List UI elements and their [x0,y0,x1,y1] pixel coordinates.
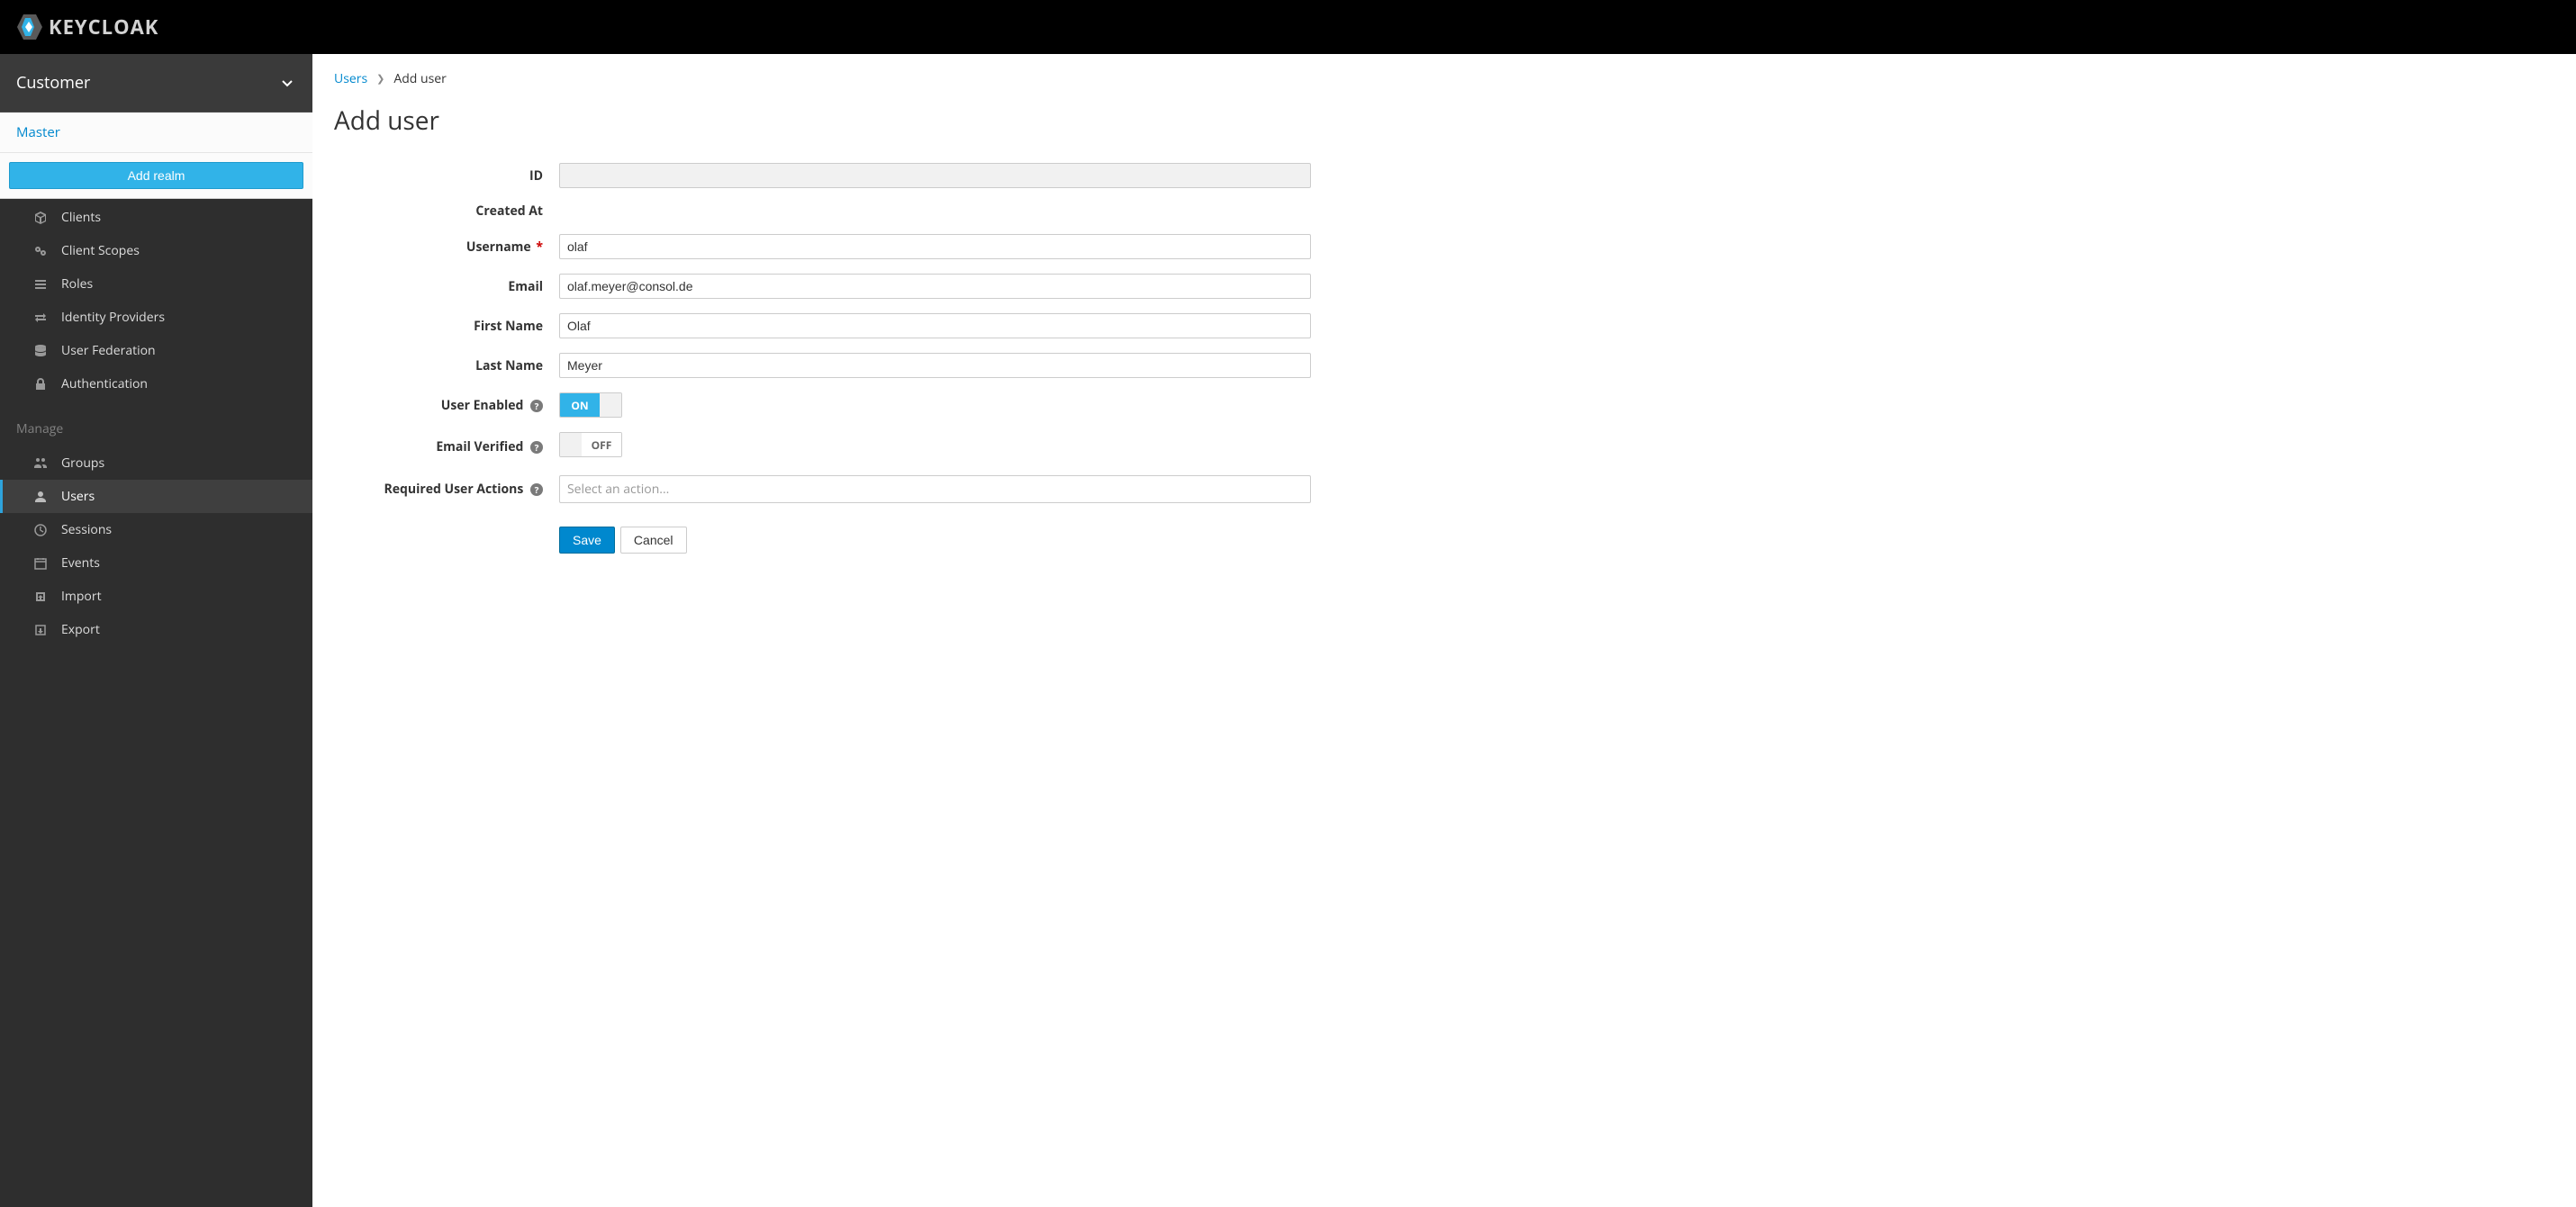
email-label: Email [334,278,559,295]
export-icon [32,622,49,638]
sidebar-item-label: Client Scopes [61,242,140,259]
sidebar-item-label: Roles [61,275,93,293]
user-enabled-label: User Enabled ? [334,397,559,414]
sidebar-item-identity-providers[interactable]: Identity Providers [0,301,312,334]
toggle-off-label: OFF [582,433,621,456]
sidebar-item-label: User Federation [61,342,156,359]
keycloak-logo-icon [16,13,43,41]
nav-section-manage: Manage [0,401,312,445]
user-icon [32,489,49,505]
sidebar-item-user-federation[interactable]: User Federation [0,334,312,367]
help-icon[interactable]: ? [530,400,543,412]
realm-dropdown: Master Add realm [0,113,312,199]
realm-selector[interactable]: Customer [0,54,312,113]
sidebar-item-label: Export [61,621,100,638]
clock-icon [32,522,49,538]
help-icon[interactable]: ? [530,441,543,454]
sidebar-item-users[interactable]: Users [0,480,312,513]
sidebar-item-label: Identity Providers [61,309,165,326]
sidebar-item-groups[interactable]: Groups [0,446,312,480]
sidebar-item-export[interactable]: Export [0,613,312,646]
sidebar-item-label: Sessions [61,521,112,538]
email-field[interactable] [559,274,1311,299]
exchange-icon [32,310,49,326]
id-field [559,163,1311,188]
email-verified-toggle[interactable]: OFF [559,432,622,457]
sidebar-item-import[interactable]: Import [0,580,312,613]
breadcrumb: Users ❯ Add user [334,70,2554,87]
sidebar-item-label: Groups [61,455,104,472]
sidebar-item-label: Authentication [61,375,148,392]
realm-current: Customer [16,72,90,94]
sidebar-item-roles[interactable]: Roles [0,267,312,301]
sidebar-item-clients[interactable]: Clients [0,201,312,234]
realm-option-master[interactable]: Master [0,113,312,153]
lock-icon [32,376,49,392]
user-enabled-toggle[interactable]: ON [559,392,622,418]
created-at-label: Created At [334,203,559,220]
toggle-handle [560,433,582,456]
add-realm-button[interactable]: Add realm [9,162,303,189]
header-bar: KEYCLOAK [0,0,2576,54]
username-label: Username * [334,239,559,256]
required-actions-label: Required User Actions ? [334,481,559,498]
sidebar-item-label: Import [61,588,102,605]
toggle-on-label: ON [560,393,600,417]
import-icon [32,589,49,605]
sidebar-item-authentication[interactable]: Authentication [0,367,312,401]
list-icon [32,276,49,293]
scopes-icon [32,243,49,259]
sidebar-item-label: Events [61,554,100,572]
breadcrumb-separator-icon: ❯ [376,72,384,86]
nav-manage: Groups Users Sessions Events Import Export [0,445,312,646]
calendar-icon [32,555,49,572]
toggle-handle [600,393,621,417]
sidebar-item-label: Users [61,488,95,505]
required-actions-select[interactable]: Select an action... [559,475,1311,503]
group-icon [32,455,49,472]
last-name-field[interactable] [559,353,1311,378]
username-field[interactable] [559,234,1311,259]
first-name-label: First Name [334,318,559,335]
sidebar-item-sessions[interactable]: Sessions [0,513,312,546]
brand-logo[interactable]: KEYCLOAK [16,13,158,41]
last-name-label: Last Name [334,357,559,374]
sidebar-item-events[interactable]: Events [0,546,312,580]
email-verified-label: Email Verified ? [334,438,559,455]
sidebar: Customer Master Add realm Clients Client … [0,54,312,1207]
first-name-field[interactable] [559,313,1311,338]
nav-configure: Clients Client Scopes Roles Identity Provid… [0,199,312,401]
id-label: ID [334,167,559,185]
save-button[interactable]: Save [559,527,615,554]
brand-text: KEYCLOAK [49,14,158,41]
database-icon [32,343,49,359]
required-asterisk: * [536,239,543,256]
breadcrumb-users[interactable]: Users [334,70,367,87]
cube-icon [32,210,49,226]
chevron-down-icon [282,75,293,92]
sidebar-item-client-scopes[interactable]: Client Scopes [0,234,312,267]
help-icon[interactable]: ? [530,483,543,496]
sidebar-item-label: Clients [61,209,101,226]
cancel-button[interactable]: Cancel [620,527,687,554]
breadcrumb-current: Add user [393,70,446,87]
page-title: Add user [334,104,2554,138]
main-content: Users ❯ Add user Add user ID Created At … [312,54,2576,1207]
